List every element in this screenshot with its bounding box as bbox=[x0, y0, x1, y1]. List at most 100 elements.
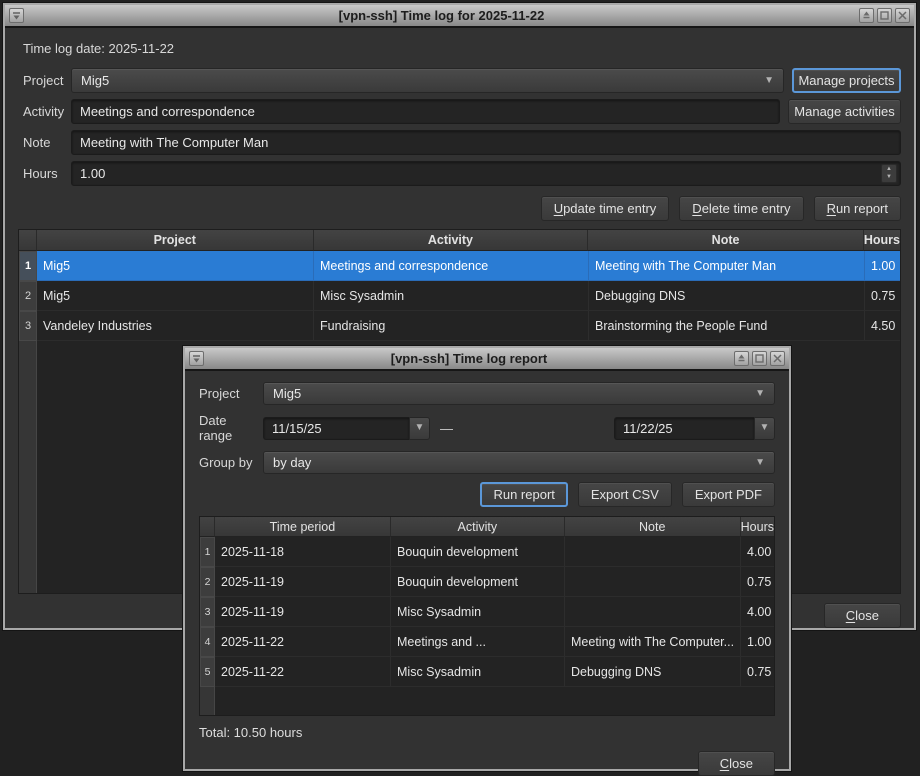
cell-note: Meeting with The Computer... bbox=[565, 627, 741, 657]
col-header-hours[interactable]: Hours bbox=[741, 517, 774, 537]
group-by-combobox[interactable]: by day ▼ bbox=[263, 451, 775, 474]
cell-activity: Meetings and correspondence bbox=[314, 251, 589, 281]
shade-button[interactable] bbox=[859, 8, 874, 23]
table-row[interactable]: 3 2025-11-19 Misc Sysadmin 4.00 bbox=[200, 597, 774, 627]
col-header-project[interactable]: Project bbox=[37, 230, 314, 251]
cell-project: Mig5 bbox=[37, 251, 314, 281]
cell-activity: Misc Sysadmin bbox=[314, 281, 589, 311]
row-number-strip bbox=[200, 687, 215, 715]
chevron-down-icon: ▼ bbox=[415, 423, 425, 433]
close-button[interactable]: Close bbox=[824, 603, 901, 628]
window-menu-button[interactable] bbox=[189, 351, 204, 366]
cell-time-period: 2025-11-22 bbox=[215, 657, 391, 687]
cell-note bbox=[565, 567, 741, 597]
shade-button[interactable] bbox=[734, 351, 749, 366]
table-row[interactable]: 1 2025-11-18 Bouquin development 4.00 bbox=[200, 537, 774, 567]
chevron-down-icon: ▼ bbox=[764, 76, 774, 86]
maximize-button[interactable] bbox=[752, 351, 767, 366]
window-menu-icon bbox=[192, 355, 201, 363]
close-icon bbox=[773, 354, 782, 363]
manage-activities-button[interactable]: Manage activities bbox=[788, 99, 901, 124]
group-by-row: Group by by day ▼ bbox=[197, 451, 775, 474]
hours-label: Hours bbox=[23, 166, 71, 181]
hours-value: 1.00 bbox=[80, 166, 105, 181]
chevron-down-icon: ▼ bbox=[755, 458, 765, 468]
cell-hours: 4.00 bbox=[741, 537, 774, 567]
row-number: 3 bbox=[19, 311, 37, 341]
report-project-value: Mig5 bbox=[273, 386, 755, 401]
entry-actions: Update time entry Delete time entry Run … bbox=[18, 196, 901, 221]
maximize-icon bbox=[880, 11, 889, 20]
table-row[interactable]: 3 Vandeley Industries Fundraising Brains… bbox=[19, 311, 900, 341]
table-row[interactable]: 5 2025-11-22 Misc Sysadmin Debugging DNS… bbox=[200, 657, 774, 687]
table-row[interactable]: 2 2025-11-19 Bouquin development 0.75 bbox=[200, 567, 774, 597]
date-range-label: Date range bbox=[199, 413, 263, 443]
col-header-time-period[interactable]: Time period bbox=[215, 517, 391, 537]
shade-icon bbox=[737, 354, 746, 363]
hours-spinbox[interactable]: 1.00 ▲▼ bbox=[71, 161, 901, 186]
delete-time-entry-button[interactable]: Delete time entry bbox=[679, 196, 803, 221]
cell-note bbox=[565, 537, 741, 567]
time-log-date-label: Time log date: 2025-11-22 bbox=[23, 41, 901, 56]
report-actions: Run report Export CSV Export PDF bbox=[197, 482, 775, 507]
table-header-row: Project Activity Note Hours bbox=[19, 230, 900, 251]
col-header-note[interactable]: Note bbox=[588, 230, 864, 251]
corner-header bbox=[19, 230, 37, 251]
table-row[interactable]: 4 2025-11-22 Meetings and ... Meeting wi… bbox=[200, 627, 774, 657]
table-header-row: Time period Activity Note Hours bbox=[200, 517, 774, 537]
row-number: 4 bbox=[200, 627, 215, 657]
run-report-button[interactable]: Run report bbox=[480, 482, 567, 507]
hours-stepper[interactable]: ▲▼ bbox=[881, 164, 897, 183]
close-icon bbox=[898, 11, 907, 20]
cell-activity: Bouquin development bbox=[391, 537, 565, 567]
date-to-field[interactable]: 11/22/25 ▼ bbox=[614, 417, 775, 440]
close-button[interactable]: Close bbox=[698, 751, 775, 776]
activity-input[interactable]: Meetings and correspondence bbox=[71, 99, 780, 124]
manage-projects-button[interactable]: Manage projects bbox=[792, 68, 901, 93]
activity-label: Activity bbox=[23, 104, 71, 119]
project-value: Mig5 bbox=[81, 73, 764, 88]
spin-down-icon: ▼ bbox=[886, 174, 892, 181]
col-header-note[interactable]: Note bbox=[565, 517, 741, 537]
col-header-hours[interactable]: Hours bbox=[864, 230, 900, 251]
col-header-activity[interactable]: Activity bbox=[391, 517, 565, 537]
report-titlebar[interactable]: [vpn-ssh] Time log report bbox=[185, 348, 789, 371]
row-number: 3 bbox=[200, 597, 215, 627]
date-from-dropdown-button[interactable]: ▼ bbox=[409, 417, 430, 440]
report-project-combobox[interactable]: Mig5 ▼ bbox=[263, 382, 775, 405]
cell-activity: Meetings and ... bbox=[391, 627, 565, 657]
date-to-value: 11/22/25 bbox=[623, 421, 673, 436]
table-row[interactable]: 1 Mig5 Meetings and correspondence Meeti… bbox=[19, 251, 900, 281]
cell-hours: 4.00 bbox=[741, 597, 774, 627]
cell-activity: Bouquin development bbox=[391, 567, 565, 597]
update-time-entry-button[interactable]: Update time entry bbox=[541, 196, 670, 221]
cell-hours: 0.75 bbox=[865, 281, 900, 311]
main-titlebar[interactable]: [vpn-ssh] Time log for 2025-11-22 bbox=[5, 5, 914, 28]
export-csv-button[interactable]: Export CSV bbox=[578, 482, 672, 507]
close-window-button[interactable] bbox=[895, 8, 910, 23]
col-header-activity[interactable]: Activity bbox=[314, 230, 589, 251]
date-to-dropdown-button[interactable]: ▼ bbox=[754, 417, 775, 440]
cell-activity: Misc Sysadmin bbox=[391, 657, 565, 687]
cell-note: Brainstorming the People Fund bbox=[589, 311, 865, 341]
activity-value: Meetings and correspondence bbox=[80, 104, 255, 119]
cell-note bbox=[565, 597, 741, 627]
cell-hours: 4.50 bbox=[865, 311, 900, 341]
maximize-button[interactable] bbox=[877, 8, 892, 23]
cell-time-period: 2025-11-18 bbox=[215, 537, 391, 567]
project-row: Project Mig5 ▼ Manage projects bbox=[18, 68, 901, 93]
note-input[interactable]: Meeting with The Computer Man bbox=[71, 130, 901, 155]
date-from-field[interactable]: 11/15/25 ▼ bbox=[263, 417, 430, 440]
export-pdf-button[interactable]: Export PDF bbox=[682, 482, 775, 507]
run-report-button[interactable]: Run report bbox=[814, 196, 901, 221]
row-number: 1 bbox=[200, 537, 215, 567]
report-project-row: Project Mig5 ▼ bbox=[197, 382, 775, 405]
cell-activity: Misc Sysadmin bbox=[391, 597, 565, 627]
project-combobox[interactable]: Mig5 ▼ bbox=[71, 68, 784, 93]
total-hours-label: Total: 10.50 hours bbox=[199, 725, 775, 740]
cell-hours: 0.75 bbox=[741, 657, 774, 687]
close-window-button[interactable] bbox=[770, 351, 785, 366]
table-row[interactable]: 2 Mig5 Misc Sysadmin Debugging DNS 0.75 bbox=[19, 281, 900, 311]
maximize-icon bbox=[755, 354, 764, 363]
window-menu-button[interactable] bbox=[9, 8, 24, 23]
